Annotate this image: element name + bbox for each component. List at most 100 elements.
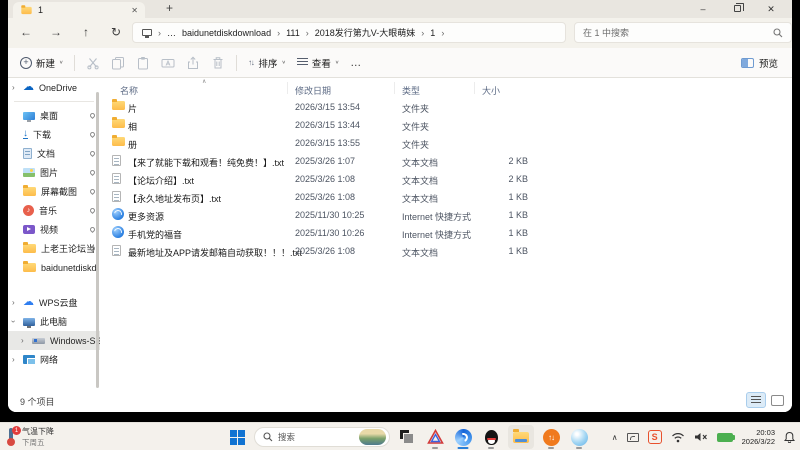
sogou-input-icon[interactable]: S — [647, 430, 662, 444]
sidebar-item-documents[interactable]: 文档 — [8, 144, 100, 163]
breadcrumb-overflow[interactable]: … — [167, 28, 176, 38]
table-row[interactable]: 更多资源 2025/11/30 10:25 Internet 快捷方式 1 KB — [100, 206, 792, 224]
taskbar-search[interactable]: 搜索 — [254, 427, 390, 447]
tab-title: 1 — [38, 5, 44, 15]
maximize-button[interactable] — [720, 3, 754, 14]
pin-icon — [88, 111, 97, 120]
plus-circle-icon: + — [20, 56, 32, 69]
breadcrumb-item[interactable]: baidunetdiskdownload — [182, 28, 271, 38]
chevron-right-icon[interactable]: › — [12, 83, 15, 92]
sidebar-item-screenshots[interactable]: 屏幕截图 — [8, 182, 100, 201]
tab-close-icon[interactable]: ✕ — [131, 6, 138, 15]
daily-image-thumbnail[interactable] — [359, 429, 386, 445]
table-row[interactable]: 【论坛介绍】.txt 2025/3/26 1:08 文本文档 2 KB — [100, 170, 792, 188]
chevron-right-icon[interactable]: › — [21, 336, 24, 345]
new-tab-button[interactable]: + — [166, 1, 173, 15]
preview-toggle-button[interactable]: 预览 — [740, 56, 778, 70]
weather-widget[interactable]: 1 气温下降 下周五 — [7, 426, 54, 448]
thumbnails-view-button[interactable] — [771, 394, 784, 406]
taskbar-app-explorer[interactable] — [508, 425, 534, 449]
close-button[interactable]: ✕ — [754, 4, 788, 15]
table-row[interactable]: 【来了就能下载和观看！纯免费！】.txt 2025/3/26 1:07 文本文档… — [100, 152, 792, 170]
music-icon: ♪ — [23, 205, 34, 216]
chevron-right-icon[interactable]: › — [12, 355, 15, 364]
taskbar-app-browser[interactable] — [452, 425, 474, 449]
details-view-button[interactable] — [746, 392, 766, 408]
table-row[interactable]: 相 2026/3/15 13:44 文件夹 — [100, 116, 792, 134]
file-size: 2 KB — [508, 174, 528, 184]
sidebar-item-baidunetdisk[interactable]: baidunetdiskdc — [8, 258, 100, 277]
orange-arrows-icon: ↑↓ — [542, 428, 560, 446]
text-file-icon — [112, 245, 121, 256]
cut-icon[interactable] — [86, 56, 100, 70]
table-row[interactable]: 【永久地址发布页】.txt 2025/3/26 1:08 文本文档 1 KB — [100, 188, 792, 206]
back-button[interactable]: ← — [16, 25, 36, 39]
minimize-button[interactable]: – — [686, 4, 720, 14]
rename-icon[interactable] — [161, 56, 175, 70]
cast-display-icon[interactable] — [626, 432, 639, 442]
column-divider[interactable] — [287, 82, 288, 94]
taskbar-app-qq[interactable] — [480, 425, 502, 449]
copy-icon[interactable] — [111, 56, 125, 70]
chevron-down-icon[interactable]: › — [9, 320, 18, 323]
sidebar-item-music[interactable]: ♪ 音乐 — [8, 201, 100, 220]
hidden-icons-button[interactable]: ∧ — [612, 433, 618, 442]
more-options-button[interactable]: … — [350, 57, 362, 69]
sidebar-item-videos[interactable]: 视频 — [8, 220, 100, 239]
notification-bell-icon[interactable] — [784, 431, 795, 443]
taskbar-app-transfer[interactable]: ↑↓ — [540, 425, 562, 449]
up-button[interactable]: ↑ — [76, 25, 96, 39]
search-input[interactable]: 在 1 中搜索 — [574, 22, 792, 43]
battery-icon[interactable] — [716, 432, 735, 442]
refresh-button[interactable]: ↻ — [106, 25, 126, 39]
sidebar-item-desktop[interactable]: 桌面 — [8, 106, 100, 125]
sidebar-item-this-pc[interactable]: › 此电脑 — [8, 312, 100, 331]
column-header-size[interactable]: 大小 — [482, 84, 500, 97]
column-header-date[interactable]: 修改日期 — [295, 84, 331, 97]
column-header-type[interactable]: 类型 — [402, 84, 420, 97]
delete-icon[interactable] — [211, 56, 225, 70]
table-row[interactable]: 片 2026/3/15 13:54 文件夹 — [100, 98, 792, 116]
file-type: 文本文档 — [402, 158, 439, 168]
view-button[interactable]: 查看 ∨ — [296, 56, 339, 70]
taskbar-app-knot[interactable] — [424, 425, 446, 449]
sidebar-item-onedrive[interactable]: › ☁ OneDrive — [8, 78, 100, 97]
sidebar-scrollbar[interactable] — [96, 92, 99, 388]
view-toggles — [746, 392, 784, 408]
explorer-tab[interactable]: 1 ✕ — [13, 2, 145, 18]
file-explorer-icon — [513, 429, 529, 443]
table-row[interactable]: 手机党的福音 2025/11/30 10:26 Internet 快捷方式 1 … — [100, 224, 792, 242]
file-date: 2025/11/30 10:25 — [295, 210, 365, 220]
taskbar-app-bluecircle[interactable] — [568, 425, 590, 449]
chevron-right-icon[interactable]: › — [12, 298, 15, 307]
task-view-button[interactable] — [396, 425, 418, 449]
paste-icon[interactable] — [136, 56, 150, 70]
wifi-icon[interactable] — [671, 432, 685, 443]
sort-button[interactable]: ↑↓ 排序 ∨ — [248, 56, 286, 70]
share-icon[interactable] — [186, 55, 200, 70]
sidebar-item-forum-folder[interactable]: 上老王论坛当 — [8, 239, 100, 258]
breadcrumb-item[interactable]: 1 — [430, 28, 435, 38]
windows-logo-icon — [229, 429, 245, 445]
sidebar-item-network[interactable]: › 网络 — [8, 350, 100, 369]
start-button[interactable] — [226, 425, 248, 449]
breadcrumb-item[interactable]: 2018发行第九V-大眼萌妹 — [315, 26, 416, 39]
sidebar-item-windows-ssd[interactable]: › Windows-SSD — [8, 331, 100, 350]
table-row[interactable]: 册 2026/3/15 13:55 文件夹 — [100, 134, 792, 152]
column-divider[interactable] — [474, 82, 475, 94]
taskbar-clock[interactable]: 20:03 2026/3/22 — [742, 428, 775, 447]
sidebar-item-pictures[interactable]: 图片 — [8, 163, 100, 182]
breadcrumb[interactable]: › … baidunetdiskdownload › 111 › 2018发行第… — [132, 22, 566, 43]
new-button[interactable]: + 新建 ∨ — [20, 56, 63, 70]
sidebar-item-downloads[interactable]: ↓ 下载 — [8, 125, 100, 144]
column-divider[interactable] — [394, 82, 395, 94]
column-header-name[interactable]: 名称 — [120, 84, 138, 97]
sidebar-item-wps-cloud[interactable]: › ☁ WPS云盘 — [8, 293, 100, 312]
volume-muted-icon[interactable] — [694, 432, 708, 442]
sort-arrows-icon: ↑↓ — [248, 58, 255, 67]
table-row[interactable]: 最新地址及APP请发邮箱自动获取！！！.txt 2025/3/26 1:08 文… — [100, 242, 792, 260]
pin-icon — [88, 149, 97, 158]
forward-button[interactable]: → — [46, 25, 66, 39]
breadcrumb-item[interactable]: 111 — [286, 28, 300, 38]
